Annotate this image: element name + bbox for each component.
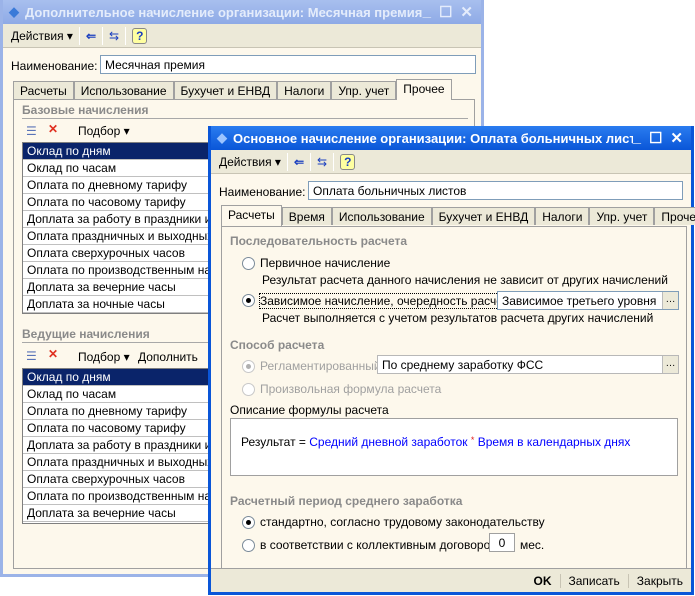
tab-3[interactable]: Бухучет и ЕНВД <box>431 207 536 225</box>
tab-1[interactable]: Использование <box>73 81 174 99</box>
go-back-icon[interactable]: ⇐ <box>82 26 100 46</box>
primary-radio[interactable] <box>242 257 255 270</box>
dependent-order-value: Зависимое третьего уровня <box>502 294 657 308</box>
months-unit: мес. <box>520 538 545 552</box>
minimize-icon[interactable]: _ <box>423 3 431 21</box>
formula-operand-2[interactable]: Время в календарных днях <box>478 435 631 449</box>
actions-label: Действия <box>11 28 64 43</box>
front-title-bar[interactable]: ◆ Основное начисление организации: Оплат… <box>211 126 691 150</box>
delete-icon[interactable]: ✕ <box>48 347 58 361</box>
formula-operand-1[interactable]: Средний дневной заработок <box>309 435 467 449</box>
regulated-radio <box>242 360 255 373</box>
tab-0[interactable]: Расчеты <box>221 205 282 226</box>
regulated-method-field: По среднему заработку ФСС … <box>377 355 679 374</box>
help-icon[interactable]: ? <box>128 26 151 46</box>
formula-operator: * <box>470 435 475 445</box>
formula-label: Описание формулы расчета <box>230 403 389 417</box>
standard-period-label[interactable]: стандартно, согласно трудовому законодат… <box>260 515 545 529</box>
method-header: Способ расчета <box>230 338 325 352</box>
back-toolbar: Действия ▾ ⇐ ⇆ ? <box>3 24 481 48</box>
ok-button[interactable]: OK <box>526 574 560 588</box>
select-button: … <box>662 356 678 373</box>
app-icon: ◆ <box>9 4 19 19</box>
base-pick-button[interactable]: Подбор ▾ <box>78 124 130 138</box>
maximize-icon[interactable]: ☐ <box>439 3 452 21</box>
switch-icon[interactable]: ⇆ <box>313 152 331 172</box>
name-input[interactable]: Месячная премия <box>100 55 476 74</box>
base-header: Базовые начисления <box>22 103 149 117</box>
tab-4[interactable]: Налоги <box>535 207 590 225</box>
regulated-method-value: По среднему заработку ФСС <box>382 358 544 372</box>
tab-4[interactable]: Упр. учет <box>331 81 397 99</box>
primary-hint: Результат расчета данного начисления не … <box>262 273 668 287</box>
regulated-label: Регламентированный: <box>260 359 384 373</box>
switch-icon[interactable]: ⇆ <box>105 26 123 46</box>
custom-formula-radio <box>242 383 255 396</box>
close-icon[interactable]: ✕ <box>670 129 683 147</box>
back-window-title: Дополнительное начисление организации: М… <box>25 4 423 20</box>
months-input[interactable]: 0 <box>489 533 515 552</box>
contract-period-radio[interactable] <box>242 539 255 552</box>
tab-0[interactable]: Расчеты <box>13 81 74 99</box>
go-back-icon[interactable]: ⇐ <box>290 152 308 172</box>
dependent-hint: Расчет выполняется с учетом результатов … <box>262 311 654 325</box>
front-window: ◆ Основное начисление организации: Оплат… <box>208 126 695 595</box>
tab-2[interactable]: Использование <box>331 207 432 225</box>
app-icon: ◆ <box>217 130 227 145</box>
pick-label: Подбор <box>78 350 121 364</box>
tab-6[interactable]: Прочее <box>654 207 695 225</box>
save-button[interactable]: Записать <box>559 573 628 588</box>
close-icon[interactable]: ✕ <box>460 3 473 21</box>
sequence-header: Последовательность расчета <box>230 234 408 248</box>
tab-2[interactable]: Бухучет и ЕНВД <box>173 81 278 99</box>
name-label: Наименование: <box>11 59 98 73</box>
select-button[interactable]: … <box>662 292 678 309</box>
minimize-icon[interactable]: _ <box>633 129 641 147</box>
name-label: Наименование: <box>219 185 306 199</box>
tab-1[interactable]: Время <box>281 207 332 225</box>
fill-button[interactable]: Дополнить <box>138 350 198 364</box>
back-title-bar[interactable]: ◆ Дополнительное начисление организации:… <box>3 0 481 24</box>
leading-pick-button[interactable]: Подбор ▾ <box>78 350 130 364</box>
tab-5[interactable]: Прочее <box>396 79 452 100</box>
front-footer: OK Записать Закрыть <box>211 568 691 592</box>
dependent-order-field[interactable]: Зависимое третьего уровня … <box>497 291 679 310</box>
add-icon[interactable]: ☰ <box>26 349 37 363</box>
close-button[interactable]: Закрыть <box>627 573 691 588</box>
delete-icon[interactable]: ✕ <box>48 122 58 136</box>
add-icon[interactable]: ☰ <box>26 124 37 138</box>
tab-5[interactable]: Упр. учет <box>589 207 655 225</box>
tab-3[interactable]: Налоги <box>277 81 332 99</box>
period-header: Расчетный период среднего заработка <box>230 494 463 508</box>
pick-label: Подбор <box>78 124 121 138</box>
formula-result: Результат = <box>241 435 306 449</box>
front-toolbar: Действия ▾ ⇐ ⇆ ? <box>211 150 691 174</box>
formula-box: Результат = Средний дневной заработок * … <box>230 418 678 476</box>
standard-period-radio[interactable] <box>242 516 255 529</box>
leading-header: Ведущие начисления <box>22 327 150 341</box>
help-icon[interactable]: ? <box>336 152 359 172</box>
custom-formula-label: Произвольная формула расчета <box>260 382 442 396</box>
dependent-radio[interactable] <box>242 294 255 307</box>
front-window-title: Основное начисление организации: Оплата … <box>233 130 633 146</box>
contract-period-label[interactable]: в соответствии с коллективным договором: <box>260 538 502 552</box>
actions-label: Действия <box>219 154 272 169</box>
name-input[interactable]: Оплата больничных листов <box>308 181 683 200</box>
actions-menu[interactable]: Действия ▾ <box>215 152 285 172</box>
actions-menu[interactable]: Действия ▾ <box>7 26 77 46</box>
maximize-icon[interactable]: ☐ <box>649 129 662 147</box>
primary-label[interactable]: Первичное начисление <box>260 256 390 270</box>
dependent-label[interactable]: Зависимое начисление, очередность расчет… <box>259 293 519 309</box>
